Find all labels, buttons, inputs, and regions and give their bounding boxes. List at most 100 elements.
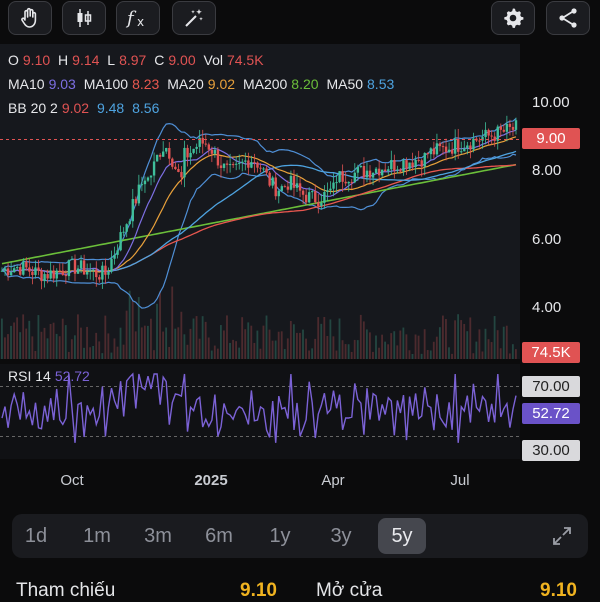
candle-body <box>466 145 469 149</box>
candle-body <box>158 154 162 157</box>
candle-body <box>253 162 256 164</box>
candle-body <box>168 148 171 159</box>
volume-bar <box>204 321 207 359</box>
range-1m-button[interactable]: 1m <box>73 518 121 554</box>
volume-bar <box>302 329 304 359</box>
volume-bar <box>478 329 481 359</box>
settings-button[interactable] <box>491 1 535 35</box>
candle-body <box>128 221 131 225</box>
volume-bar <box>375 335 377 359</box>
ma-legend: MA10 9.03 MA100 8.23 MA20 9.02 MA200 8.20 MA… <box>8 76 398 92</box>
ma20-label: MA20 <box>167 76 204 92</box>
volume-bar <box>499 348 502 359</box>
volume-value: 74.5K <box>226 52 264 68</box>
candle-body <box>161 151 165 157</box>
candle-body <box>402 160 405 172</box>
share-button[interactable] <box>546 1 590 35</box>
candle-body <box>447 149 451 153</box>
volume-bar <box>61 318 64 359</box>
volume-bar <box>107 333 110 359</box>
candle-body <box>6 268 10 276</box>
candle-body <box>67 260 71 277</box>
volume-bar <box>207 337 210 359</box>
bb-mid-value: 9.02 <box>61 100 90 116</box>
volume-bar <box>405 334 408 359</box>
volume-bar <box>420 353 423 359</box>
volume-bar <box>408 350 411 359</box>
candle-body <box>374 168 378 173</box>
volume-bar <box>250 325 253 359</box>
fullscreen-button[interactable] <box>538 518 586 554</box>
candle-body <box>207 144 211 150</box>
candle-body <box>265 168 268 173</box>
chart-type-button[interactable] <box>62 1 106 35</box>
candle-body <box>444 146 448 153</box>
volume-bar <box>238 347 241 359</box>
range-1d-button[interactable]: 1d <box>12 518 60 554</box>
candle-body <box>174 166 177 170</box>
ohlc-legend: O 9.10 H 9.14 L 8.97 C 9.00 Vol 74.5K <box>8 52 268 68</box>
range-6m-button[interactable]: 6m <box>195 518 243 554</box>
candle-body <box>320 202 323 206</box>
range-5y-button[interactable]: 5y <box>378 518 426 554</box>
volume-bar <box>34 350 37 359</box>
volume-bar <box>159 291 161 359</box>
candle-body <box>222 163 226 168</box>
candle-body <box>225 163 229 165</box>
volume-bar <box>122 344 125 359</box>
ma50-value: 8.53 <box>367 76 395 92</box>
volume-bar <box>80 327 82 359</box>
volume-bar <box>350 351 353 359</box>
volume-bar <box>19 332 22 359</box>
candle-body <box>46 274 49 279</box>
reference-value: 9.10 <box>240 580 277 601</box>
volume-bar <box>235 341 237 359</box>
candle-body <box>298 183 302 191</box>
volume-bar <box>469 317 472 359</box>
volume-bar <box>232 339 234 359</box>
volume-bar <box>125 310 128 359</box>
candle-body <box>85 271 89 275</box>
volume-bar <box>265 315 268 359</box>
range-selector: 1d 1m 3m 6m 1y 3y 5y <box>12 514 588 558</box>
volume-bar <box>198 338 201 359</box>
candle-body <box>399 169 402 172</box>
range-1y-button[interactable]: 1y <box>256 518 304 554</box>
indicators-button[interactable]: fx <box>116 1 160 35</box>
volume-bar <box>274 340 277 359</box>
range-3m-button[interactable]: 3m <box>134 518 182 554</box>
candle-body <box>332 182 335 189</box>
share-icon <box>559 8 577 28</box>
volume-bar <box>335 350 338 359</box>
volume-bar <box>496 330 499 359</box>
range-3y-button[interactable]: 3y <box>317 518 365 554</box>
volume-bar <box>451 353 453 359</box>
volume-bar <box>143 325 146 359</box>
volume-bar <box>457 314 460 359</box>
candle-body <box>469 145 472 150</box>
volume-bar <box>396 345 399 359</box>
volume-bar <box>393 331 396 359</box>
candle-body <box>31 271 34 275</box>
volume-bar <box>95 332 98 359</box>
hand-icon <box>21 7 37 28</box>
volume-bar <box>277 331 280 359</box>
hand-tool-button[interactable] <box>8 1 52 35</box>
volume-bar <box>216 348 219 359</box>
gear-icon <box>504 8 524 28</box>
low-label: L <box>107 52 116 68</box>
candle-body <box>304 194 308 203</box>
candle-body <box>219 165 223 168</box>
candle-body <box>390 160 393 170</box>
volume-bar <box>186 344 189 359</box>
price-chart[interactable]: O 9.10 H 9.14 L 8.97 C 9.00 Vol 74.5K MA10 9.0… <box>0 44 600 464</box>
candle-body <box>192 148 195 153</box>
rsi-legend-value: 52.72 <box>54 368 90 384</box>
drawing-tools-button[interactable] <box>172 1 216 35</box>
candle-body <box>119 232 122 251</box>
close-value: 9.00 <box>168 52 196 68</box>
volume-bar <box>116 346 119 359</box>
candle-body <box>323 191 326 203</box>
candle-body <box>350 181 353 183</box>
volume-bar <box>98 341 101 359</box>
